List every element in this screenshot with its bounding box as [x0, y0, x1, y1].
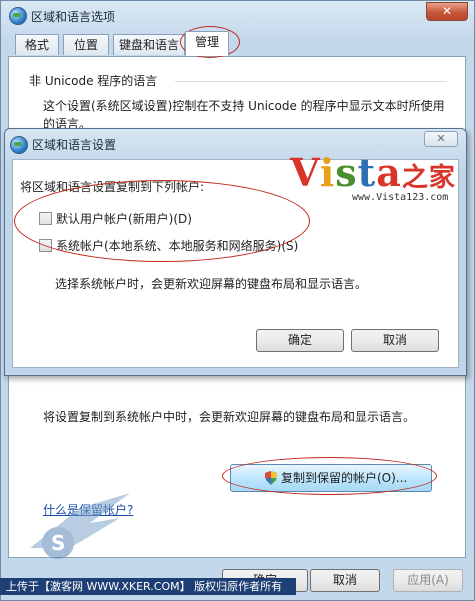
section-title: 非 Unicode 程序的语言 — [29, 74, 158, 88]
svg-text:S: S — [51, 531, 65, 555]
system-accounts-checkbox[interactable] — [39, 239, 52, 252]
tab-administrative[interactable]: 管理 — [185, 31, 229, 56]
close-button[interactable]: ✕ — [426, 2, 468, 21]
globe-icon — [10, 136, 28, 154]
dialog-ok-button[interactable]: 确定 — [256, 329, 344, 352]
section-divider — [175, 81, 447, 82]
uac-shield-icon — [265, 471, 277, 485]
apply-button: 应用(A) — [393, 569, 463, 592]
window-title: 区域和语言选项 — [31, 10, 116, 24]
dialog-title: 区域和语言设置 — [32, 138, 117, 152]
logo-url: www.Vista123.com — [352, 192, 449, 203]
window-titlebar[interactable]: 区域和语言选项 ✕ — [1, 1, 474, 31]
copy-to-reserved-accounts-button[interactable]: 复制到保留的帐户(O)... — [230, 464, 432, 492]
dialog-close-button[interactable]: ✕ — [424, 131, 458, 147]
system-accounts-label[interactable]: 系统帐户(本地系统、本地服务和网络服务)(S) — [56, 237, 298, 254]
default-user-label[interactable]: 默认用户帐户(新用户)(D) — [56, 210, 192, 227]
cancel-button[interactable]: 取消 — [310, 569, 380, 592]
vista-home-logo: Vista之家 www.Vista123.com — [290, 150, 456, 203]
logo-letter: s — [335, 150, 358, 195]
xker-watermark-logo: S — [30, 493, 130, 559]
copy-button-label: 复制到保留的帐户(O)... — [281, 471, 408, 485]
logo-wordmark: Vista之家 — [290, 150, 456, 195]
copy-description: 将设置复制到系统帐户中时，会更新欢迎屏幕的键盘布局和显示语言。 — [43, 410, 416, 424]
tab-keyboards-languages[interactable]: 键盘和语言 — [113, 34, 185, 55]
logo-letter: t — [357, 150, 377, 195]
logo-letter: V — [290, 150, 320, 195]
logo-letter: 之家 — [401, 163, 456, 193]
tab-location[interactable]: 位置 — [63, 34, 109, 55]
dialog-note: 选择系统帐户时，会更新欢迎屏幕的键盘布局和显示语言。 — [55, 277, 368, 291]
dialog-cancel-button[interactable]: 取消 — [351, 329, 439, 352]
site-watermark: 上传于【激客网 WWW.XKER.COM】 版权归原作者所有 — [0, 578, 296, 595]
tab-formats[interactable]: 格式 — [15, 34, 59, 55]
dialog-instruction: 将区域和语言设置复制到下列帐户: — [20, 180, 205, 194]
default-user-checkbox[interactable] — [39, 212, 52, 225]
logo-letter: a — [376, 150, 402, 195]
globe-icon — [9, 7, 27, 25]
logo-letter: i — [319, 150, 336, 195]
